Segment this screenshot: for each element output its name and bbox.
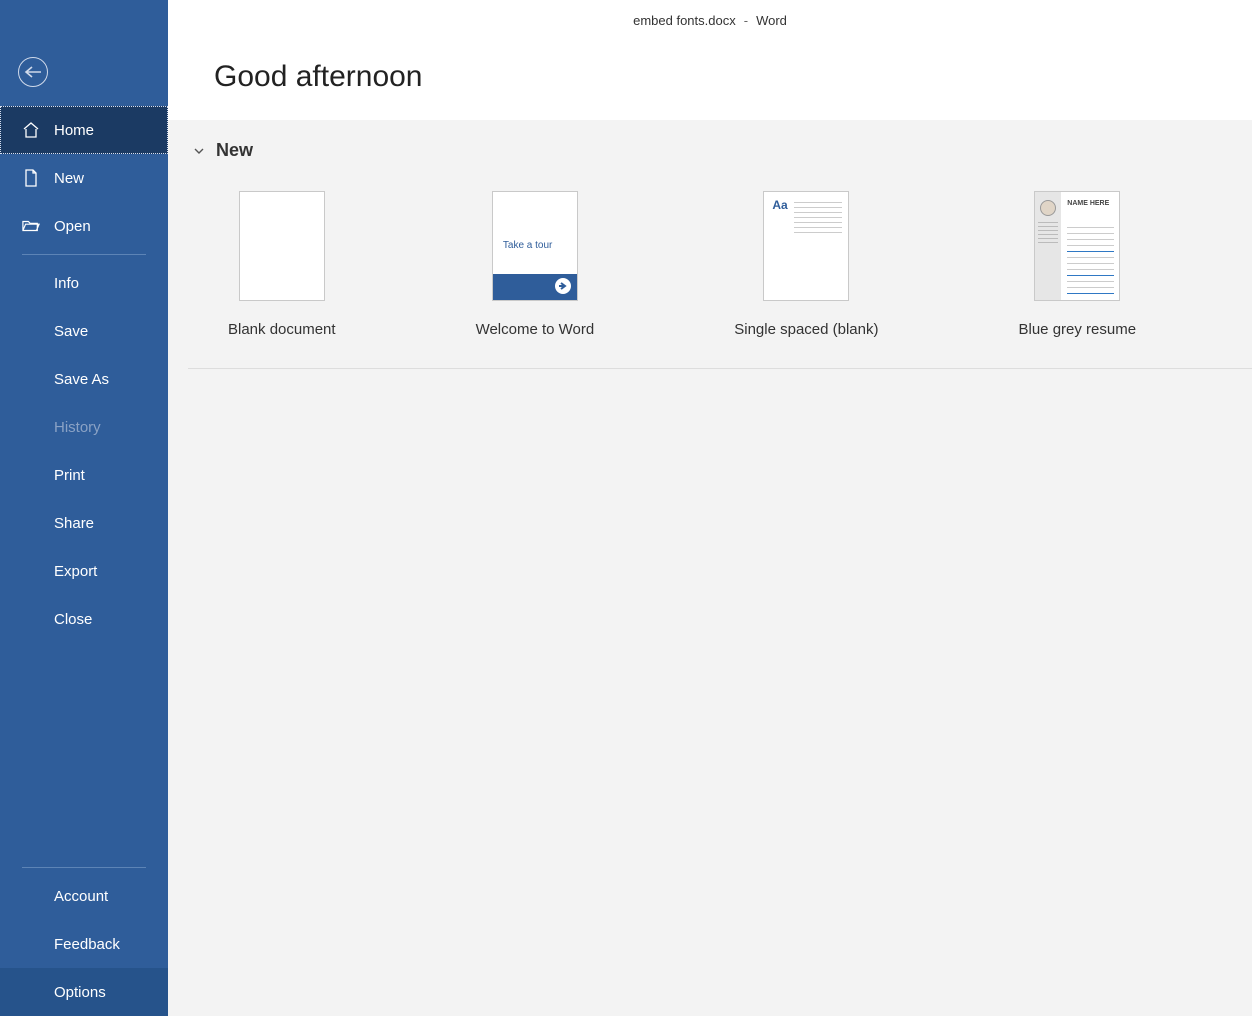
- arrow-left-icon: [24, 65, 42, 79]
- sidebar-item-history: History: [0, 403, 168, 451]
- sidebar-item-label: Info: [54, 275, 79, 292]
- sidebar-bottom-group: Account Feedback Options: [0, 872, 168, 1016]
- sidebar-item-label: Save As: [54, 371, 109, 388]
- sidebar-item-share[interactable]: Share: [0, 499, 168, 547]
- sidebar-item-save[interactable]: Save: [0, 307, 168, 355]
- thumb-lines: [1067, 227, 1114, 299]
- sidebar-item-label: New: [54, 170, 84, 187]
- arrow-right-icon: [555, 278, 571, 294]
- sidebar-item-label: History: [54, 419, 101, 436]
- chevron-down-icon: [192, 144, 206, 158]
- sidebar-item-new[interactable]: New: [0, 154, 168, 202]
- thumb-lines: [794, 202, 842, 237]
- page-header: Good afternoon: [168, 40, 1252, 119]
- template-thumbnail: Take a tour: [492, 191, 578, 301]
- sidebar-item-label: Open: [54, 218, 91, 235]
- sidebar-item-label: Close: [54, 611, 92, 628]
- template-label: Blue grey resume: [1019, 321, 1137, 338]
- window-titlebar: embed fonts.docx - Word: [168, 0, 1252, 40]
- sidebar-item-save-as[interactable]: Save As: [0, 355, 168, 403]
- back-row: [0, 48, 168, 96]
- sidebar-item-account[interactable]: Account: [0, 872, 168, 920]
- sidebar-divider: [22, 867, 146, 868]
- sidebar-divider: [22, 254, 146, 255]
- sidebar-item-label: Account: [54, 888, 108, 905]
- templates-row: Blank document Take a tour Welcome to Wo…: [188, 191, 1252, 369]
- thumb-text: Aa: [772, 198, 787, 212]
- sidebar-item-label: Save: [54, 323, 88, 340]
- sidebar-item-home[interactable]: Home: [0, 106, 168, 154]
- template-welcome-to-word[interactable]: Take a tour Welcome to Word: [476, 191, 595, 338]
- app-name: Word: [756, 13, 787, 28]
- sidebar-item-close[interactable]: Close: [0, 595, 168, 643]
- thumb-text: NAME HERE: [1067, 200, 1109, 208]
- sidebar-item-label: Home: [54, 122, 94, 139]
- template-label: Blank document: [228, 321, 336, 338]
- sidebar-item-export[interactable]: Export: [0, 547, 168, 595]
- sidebar-item-label: Options: [54, 984, 106, 1001]
- main-area: embed fonts.docx - Word Good afternoon N…: [168, 0, 1252, 1016]
- sidebar-item-label: Print: [54, 467, 85, 484]
- backstage-sidebar: Home New Open Info Save Save As History: [0, 0, 168, 1016]
- template-single-spaced[interactable]: Aa Single spaced (blank): [734, 191, 878, 338]
- document-icon: [22, 169, 40, 187]
- thumb-text: Take a tour: [503, 240, 552, 251]
- template-label: Welcome to Word: [476, 321, 595, 338]
- template-blank-document[interactable]: Blank document: [228, 191, 336, 338]
- section-label: New: [216, 140, 253, 161]
- sidebar-item-info[interactable]: Info: [0, 259, 168, 307]
- page-title: Good afternoon: [214, 60, 1252, 94]
- template-thumbnail: Aa: [763, 191, 849, 301]
- home-content: New Blank document Take a tour Welcome t…: [168, 119, 1252, 1016]
- document-name: embed fonts.docx: [633, 13, 736, 28]
- sidebar-item-print[interactable]: Print: [0, 451, 168, 499]
- home-icon: [22, 121, 40, 139]
- template-blue-grey-resume[interactable]: NAME HERE Blue grey resume: [1019, 191, 1137, 338]
- sidebar-item-open[interactable]: Open: [0, 202, 168, 250]
- section-new-toggle[interactable]: New: [188, 140, 1252, 161]
- sidebar-item-feedback[interactable]: Feedback: [0, 920, 168, 968]
- template-label: Single spaced (blank): [734, 321, 878, 338]
- sidebar-secondary-group: Info Save Save As History Print Share Ex…: [0, 259, 168, 643]
- folder-open-icon: [22, 217, 40, 235]
- sidebar-spacer: [0, 643, 168, 863]
- template-thumbnail: NAME HERE: [1034, 191, 1120, 301]
- sidebar-primary-group: Home New Open: [0, 106, 168, 250]
- back-button[interactable]: [18, 57, 48, 87]
- sidebar-item-label: Share: [54, 515, 94, 532]
- thumb-lines: [1038, 222, 1058, 246]
- sidebar-item-label: Export: [54, 563, 97, 580]
- template-thumbnail: [239, 191, 325, 301]
- sidebar-item-label: Feedback: [54, 936, 120, 953]
- title-separator: -: [744, 13, 748, 28]
- sidebar-item-options[interactable]: Options: [0, 968, 168, 1016]
